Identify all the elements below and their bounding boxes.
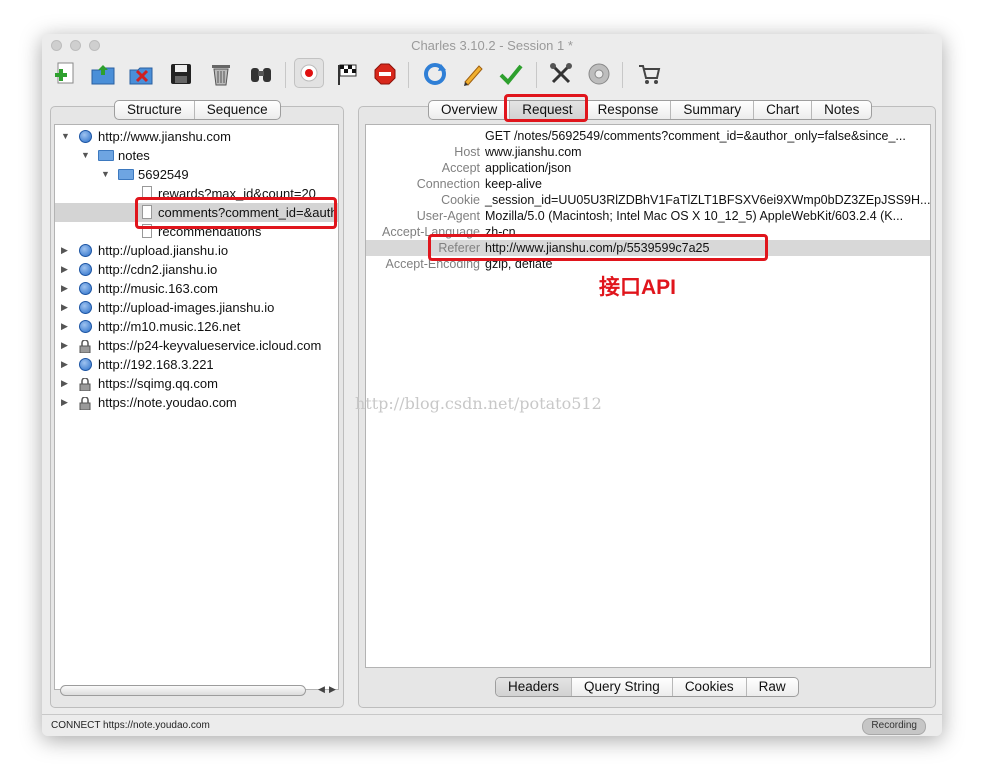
record-icon[interactable] xyxy=(294,58,324,88)
header-row[interactable]: Connection keep-alive xyxy=(366,176,930,192)
globe-icon xyxy=(79,244,92,257)
collapsed-triangle-icon[interactable]: ▶ xyxy=(61,298,68,317)
tree-row[interactable]: ▶ http://cdn2.jianshu.io xyxy=(55,260,338,279)
expanded-triangle-icon[interactable]: ▼ xyxy=(101,165,110,184)
clear-session-icon[interactable] xyxy=(128,60,154,88)
scroll-thumb[interactable] xyxy=(60,685,306,696)
title-bar: Charles 3.10.2 - Session 1 * xyxy=(42,34,942,56)
referer-highlight xyxy=(428,234,768,261)
request-subtabs: Headers Query String Cookies Raw xyxy=(495,677,799,697)
lock-icon xyxy=(79,339,91,354)
collapsed-triangle-icon[interactable]: ▶ xyxy=(61,374,68,393)
collapsed-triangle-icon[interactable]: ▶ xyxy=(61,393,68,412)
collapsed-triangle-icon[interactable]: ▶ xyxy=(61,336,68,355)
collapsed-triangle-icon[interactable]: ▶ xyxy=(61,355,68,374)
validate-icon[interactable] xyxy=(498,60,524,88)
scroll-left-arrow-icon[interactable]: ◀ xyxy=(318,684,325,695)
collapsed-triangle-icon[interactable]: ▶ xyxy=(61,279,68,298)
tree-row[interactable]: ▶ https://p24-keyvalueservice.icloud.com xyxy=(55,336,338,355)
tree-row[interactable]: ▶ http://upload-images.jianshu.io xyxy=(55,298,338,317)
header-row[interactable]: Host www.jianshu.com xyxy=(366,144,930,160)
tab-structure[interactable]: Structure xyxy=(115,101,195,119)
toolbar xyxy=(42,58,942,92)
trash-icon[interactable] xyxy=(208,60,234,88)
globe-icon xyxy=(79,282,92,295)
tree-row[interactable]: ▶ http://m10.music.126.net xyxy=(55,317,338,336)
tree-row[interactable]: ▼ http://www.jianshu.com xyxy=(55,127,338,146)
settings-icon[interactable] xyxy=(586,60,612,88)
tab-sequence[interactable]: Sequence xyxy=(195,101,280,119)
tree-row[interactable]: ▼ 5692549 xyxy=(55,165,338,184)
detail-tabs: Overview Request Response Summary Chart … xyxy=(428,100,873,120)
tree-row[interactable]: ▶ http://upload.jianshu.io xyxy=(55,241,338,260)
tab-response[interactable]: Response xyxy=(586,101,672,119)
tab-summary[interactable]: Summary xyxy=(671,101,755,119)
view-mode-tabs: Structure Sequence xyxy=(114,100,281,120)
tab-headers[interactable]: Headers xyxy=(496,678,573,696)
tab-raw[interactable]: Raw xyxy=(747,678,798,696)
new-session-icon[interactable] xyxy=(52,60,78,88)
collapsed-triangle-icon[interactable]: ▶ xyxy=(61,241,68,260)
save-icon[interactable] xyxy=(168,60,194,88)
tree-row[interactable]: ▶ https://sqimg.qq.com xyxy=(55,374,338,393)
globe-icon xyxy=(79,301,92,314)
request-line-row[interactable]: GET /notes/5692549/comments?comment_id=&… xyxy=(366,128,930,144)
tab-notes[interactable]: Notes xyxy=(812,101,871,119)
globe-icon xyxy=(79,263,92,276)
tab-cookies[interactable]: Cookies xyxy=(673,678,747,696)
tree-horizontal-scrollbar[interactable]: ◀ ▶ xyxy=(54,684,339,698)
find-icon[interactable] xyxy=(248,60,274,88)
expanded-triangle-icon[interactable]: ▼ xyxy=(81,146,90,165)
request-tab-highlight xyxy=(504,94,588,122)
globe-icon xyxy=(79,130,92,143)
lock-icon xyxy=(79,396,91,411)
status-text: CONNECT https://note.youdao.com xyxy=(51,720,210,731)
collapsed-triangle-icon[interactable]: ▶ xyxy=(61,317,68,336)
tree-row[interactable]: ▶ https://note.youdao.com xyxy=(55,393,338,412)
tab-query-string[interactable]: Query String xyxy=(572,678,673,696)
status-bar: CONNECT https://note.youdao.com Recordin… xyxy=(42,714,942,736)
watermark: http://blog.csdn.net/potato512 xyxy=(355,394,602,413)
throttle-flag-icon[interactable] xyxy=(334,60,360,88)
api-annotation: 接口API xyxy=(599,276,677,299)
open-session-icon[interactable] xyxy=(90,60,116,88)
refresh-icon[interactable] xyxy=(422,60,448,88)
selected-request-highlight xyxy=(135,197,337,229)
window-title: Charles 3.10.2 - Session 1 * xyxy=(411,38,573,53)
tools-icon[interactable] xyxy=(548,60,574,88)
globe-icon xyxy=(79,358,92,371)
folder-icon xyxy=(118,169,134,180)
globe-icon xyxy=(79,320,92,333)
tab-overview[interactable]: Overview xyxy=(429,101,511,119)
charles-window: Charles 3.10.2 - Session 1 * Structure S… xyxy=(42,34,942,736)
header-row[interactable]: Cookie _session_id=UU05U3RlZDBhV1FaTlZLT… xyxy=(366,192,930,208)
tab-chart[interactable]: Chart xyxy=(754,101,813,119)
scroll-right-arrow-icon[interactable]: ▶ xyxy=(329,684,336,695)
expanded-triangle-icon[interactable]: ▼ xyxy=(61,127,70,146)
lock-icon xyxy=(79,377,91,392)
stop-icon[interactable] xyxy=(372,60,398,88)
edit-icon[interactable] xyxy=(460,60,486,88)
tree-row[interactable]: ▶ http://192.168.3.221 xyxy=(55,355,338,374)
tree-row[interactable]: ▼ notes xyxy=(55,146,338,165)
collapsed-triangle-icon[interactable]: ▶ xyxy=(61,260,68,279)
header-row[interactable]: Accept application/json xyxy=(366,160,930,176)
tree-row[interactable]: ▶ http://music.163.com xyxy=(55,279,338,298)
header-row[interactable]: User-Agent Mozilla/5.0 (Macintosh; Intel… xyxy=(366,208,930,224)
shopping-cart-icon[interactable] xyxy=(636,60,662,88)
folder-icon xyxy=(98,150,114,161)
recording-badge: Recording xyxy=(862,718,926,735)
